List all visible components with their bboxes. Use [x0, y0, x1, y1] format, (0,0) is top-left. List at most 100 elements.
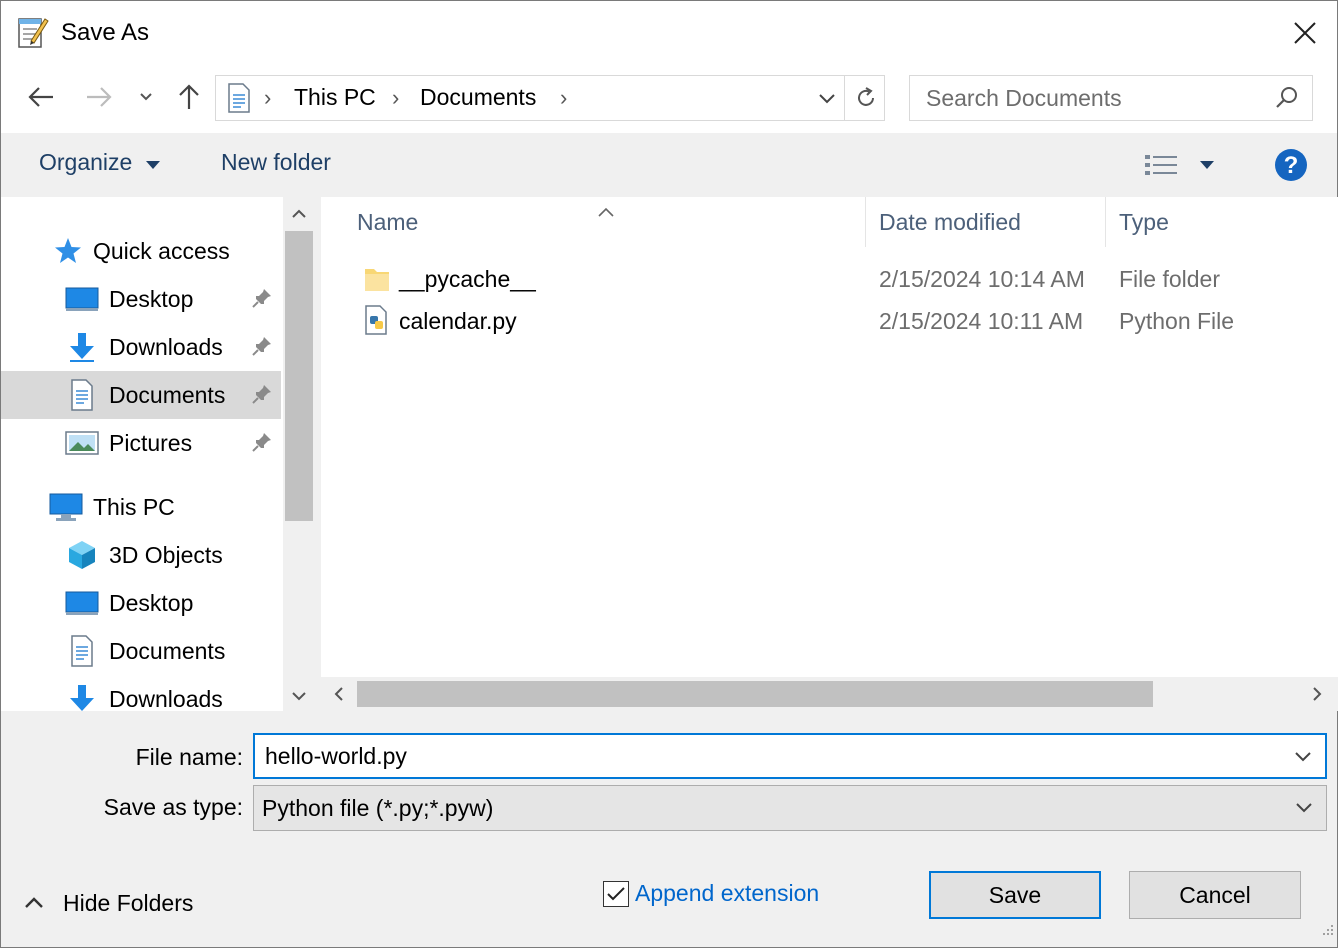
- scroll-right-button[interactable]: [1301, 677, 1333, 711]
- nav-item-pictures[interactable]: Pictures: [1, 419, 281, 467]
- append-extension-checkbox[interactable]: [603, 881, 629, 907]
- address-history-dropdown[interactable]: [810, 82, 844, 116]
- file-type: Python File: [1119, 308, 1235, 334]
- nav-label: Desktop: [109, 285, 194, 312]
- file-row[interactable]: calendar.py 2/15/2024 10:11 AM Python Fi…: [349, 301, 1329, 341]
- column-header-name[interactable]: Name: [357, 209, 418, 236]
- file-name-dropdown-button[interactable]: [1287, 741, 1319, 773]
- scroll-left-button[interactable]: [323, 677, 355, 711]
- notepad-icon: [17, 15, 49, 49]
- close-button[interactable]: [1273, 7, 1337, 59]
- computer-icon: [49, 490, 83, 524]
- chevron-up-icon: [292, 209, 306, 218]
- append-extension-label[interactable]: Append extension: [635, 880, 819, 907]
- chevron-right-icon: ›: [392, 85, 400, 110]
- nav-item-downloads[interactable]: Downloads: [1, 675, 281, 711]
- nav-item-documents[interactable]: Documents: [1, 371, 281, 419]
- cube-icon: [65, 538, 99, 572]
- desktop-icon: [65, 282, 99, 316]
- chevron-right-icon: ›: [264, 85, 272, 110]
- breadcrumb-this-pc[interactable]: This PC: [294, 84, 376, 111]
- chevron-right-icon: [1313, 687, 1322, 701]
- chevron-left-icon: [334, 687, 343, 701]
- refresh-icon: [857, 87, 874, 106]
- details-view-icon: [1145, 155, 1177, 175]
- file-date: 2/15/2024 10:14 AM: [879, 266, 1085, 292]
- search-input[interactable]: [910, 76, 1270, 120]
- file-name: calendar.py: [399, 308, 517, 334]
- nav-item-3d-objects[interactable]: 3D Objects: [1, 531, 281, 579]
- pin-icon[interactable]: [251, 431, 273, 459]
- pin-icon[interactable]: [251, 383, 273, 411]
- scroll-down-button[interactable]: [283, 681, 315, 711]
- column-header-type[interactable]: Type: [1119, 209, 1169, 236]
- column-header-date[interactable]: Date modified: [879, 209, 1021, 236]
- document-icon: [65, 378, 99, 412]
- organize-button[interactable]: Organize: [39, 149, 161, 176]
- up-button[interactable]: [171, 79, 207, 115]
- back-button[interactable]: [23, 79, 59, 115]
- forward-button[interactable]: [81, 79, 117, 115]
- pin-icon[interactable]: [251, 335, 273, 363]
- folder-icon: [363, 263, 391, 299]
- file-list: Name Date modified Type __pycache__ 2/15…: [321, 197, 1338, 711]
- save-as-type-value: Python file (*.py;*.pyw): [262, 795, 494, 821]
- help-button[interactable]: ?: [1273, 147, 1309, 183]
- file-type: File folder: [1119, 266, 1220, 292]
- search-box[interactable]: [909, 75, 1313, 121]
- refresh-button[interactable]: [844, 76, 886, 120]
- title-bar: Save As: [1, 1, 1337, 67]
- arrow-right-icon: [87, 87, 112, 107]
- desktop-icon: [65, 586, 99, 620]
- change-view-button[interactable]: [1143, 147, 1223, 183]
- caret-down-icon: [145, 161, 160, 169]
- pictures-icon: [65, 426, 99, 460]
- hide-folders-button[interactable]: Hide Folders: [23, 885, 193, 921]
- scroll-up-button[interactable]: [283, 199, 315, 229]
- breadcrumb-documents[interactable]: Documents: [420, 84, 536, 111]
- caret-down-icon: [1200, 161, 1214, 169]
- nav-label: Documents: [109, 381, 226, 408]
- nav-label: Documents: [109, 637, 226, 664]
- nav-item-documents[interactable]: Documents: [1, 627, 281, 675]
- nav-label: Downloads: [109, 333, 223, 360]
- scroll-thumb[interactable]: [285, 231, 313, 521]
- nav-item-desktop[interactable]: Desktop: [1, 275, 281, 323]
- recent-locations-button[interactable]: [131, 79, 161, 115]
- new-folder-button[interactable]: New folder: [221, 149, 331, 176]
- file-name: __pycache__: [399, 266, 536, 292]
- save-button[interactable]: Save: [929, 871, 1101, 919]
- search-icon[interactable]: [1274, 85, 1300, 117]
- nav-pane-scrollbar[interactable]: [283, 197, 315, 711]
- save-as-type-select[interactable]: Python file (*.py;*.pyw): [253, 785, 1327, 831]
- navigation-pane: Quick access Desktop Downloads Documents: [1, 197, 315, 711]
- column-divider[interactable]: [1105, 197, 1106, 247]
- column-divider[interactable]: [865, 197, 866, 247]
- nav-item-downloads[interactable]: Downloads: [1, 323, 281, 371]
- nav-item-quick-access[interactable]: Quick access: [1, 227, 281, 275]
- nav-label: Pictures: [109, 429, 193, 456]
- nav-label: Desktop: [109, 589, 194, 616]
- arrow-left-icon: [28, 87, 53, 107]
- file-list-scrollbar[interactable]: [321, 677, 1338, 711]
- save-as-type-dropdown-button[interactable]: [1288, 792, 1320, 824]
- svg-text:?: ?: [1284, 152, 1299, 179]
- document-icon: [226, 83, 252, 119]
- nav-label: Downloads: [109, 685, 223, 712]
- file-name-input[interactable]: [255, 735, 1275, 777]
- address-bar[interactable]: › This PC › Documents ›: [215, 75, 885, 121]
- file-name-combobox[interactable]: [253, 733, 1327, 779]
- pin-icon[interactable]: [251, 287, 273, 315]
- command-bar: Organize New folder ?: [1, 133, 1337, 197]
- scroll-thumb[interactable]: [357, 681, 1153, 707]
- chevron-right-icon[interactable]: ›: [560, 85, 567, 111]
- download-icon: [65, 330, 99, 364]
- file-row[interactable]: __pycache__ 2/15/2024 10:14 AM File fold…: [349, 259, 1329, 299]
- cancel-button[interactable]: Cancel: [1129, 871, 1301, 919]
- chevron-down-icon: [292, 692, 306, 701]
- resize-grip-icon[interactable]: [1319, 918, 1335, 945]
- nav-label: Quick access: [93, 237, 230, 264]
- nav-item-this-pc[interactable]: This PC: [1, 483, 281, 531]
- nav-item-desktop[interactable]: Desktop: [1, 579, 281, 627]
- chevron-down-icon: [819, 94, 835, 104]
